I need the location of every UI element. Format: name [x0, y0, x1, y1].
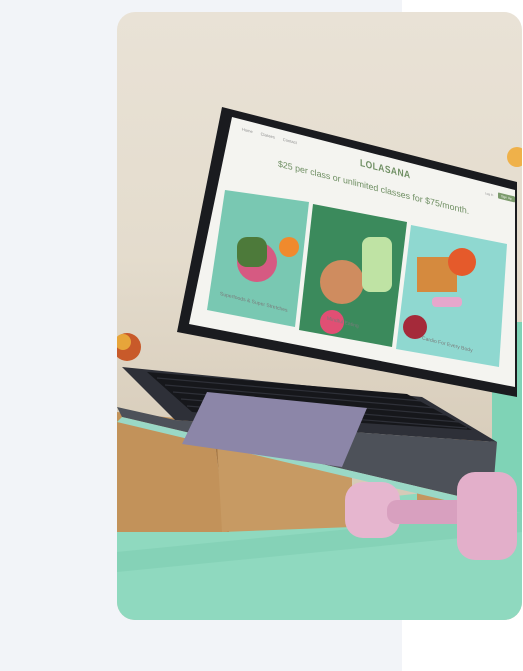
signup-button[interactable]: Sign Up [498, 192, 515, 203]
product-label-cardio[interactable]: Cardio For Every Body [422, 335, 473, 354]
login-link[interactable]: Log In [485, 191, 493, 197]
fruit-right [507, 147, 522, 167]
product-label-mindful-eating[interactable]: Mindful Eating [327, 316, 359, 330]
hero-photo: Home Classes Contact LOLASANA Log In Sig… [117, 12, 522, 620]
